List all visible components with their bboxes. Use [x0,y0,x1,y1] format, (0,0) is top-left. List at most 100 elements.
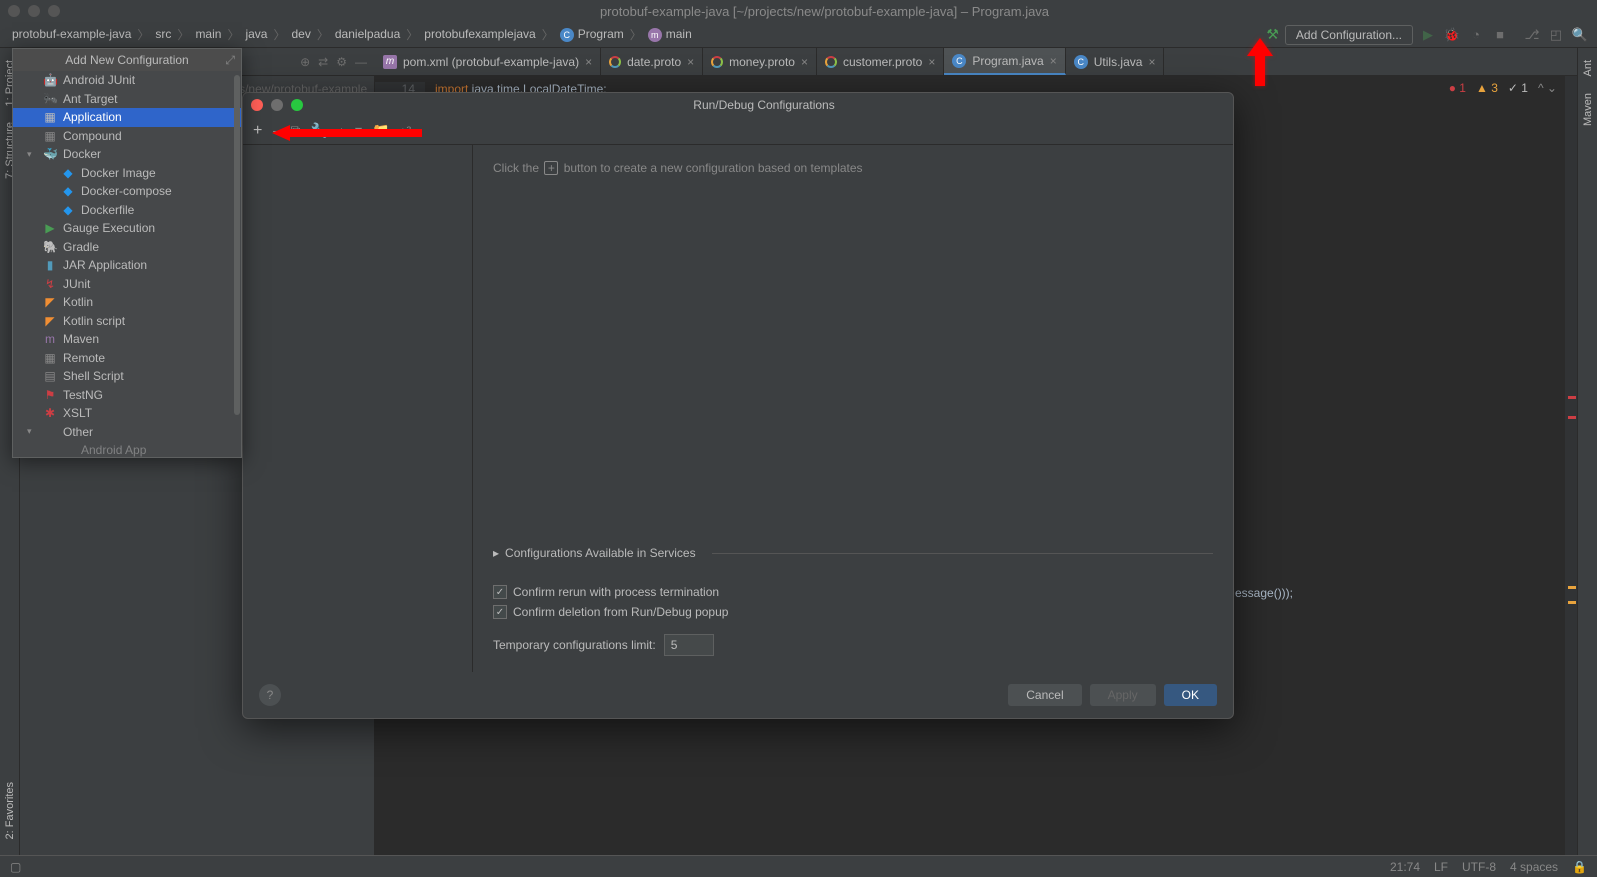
config-type-item[interactable]: ▤Shell Script [13,367,241,386]
config-type-item[interactable]: ▾Other [13,423,241,442]
dialog-zoom[interactable] [291,99,303,111]
close-icon[interactable]: × [585,55,592,69]
editor-scrollbar[interactable] [1565,76,1577,855]
temp-limit-input[interactable] [664,634,714,656]
breadcrumb-item[interactable]: danielpadua [331,25,404,43]
favorites-tool-button[interactable]: 2: Favorites [2,774,18,847]
config-type-item[interactable]: ▾🐳Docker [13,145,241,164]
config-type-item[interactable]: ⚑TestNG [13,386,241,405]
dialog-hint: Click the + button to create a new confi… [493,161,1213,175]
config-type-item[interactable]: 🤖Android JUnit [13,71,241,90]
annotation-arrow [272,123,422,146]
config-type-item[interactable]: ▶Gauge Execution [13,219,241,238]
ok-button[interactable]: OK [1164,684,1217,706]
line-separator[interactable]: LF [1434,860,1448,874]
temp-limit-label: Temporary configurations limit: [493,638,656,652]
stop-icon[interactable]: ■ [1491,27,1509,42]
file-encoding[interactable]: UTF-8 [1462,860,1496,874]
close-icon[interactable]: × [1148,55,1155,69]
config-type-item[interactable]: ▦Compound [13,127,241,146]
config-type-item[interactable]: ▦Remote [13,349,241,368]
dialog-minimize[interactable] [271,99,283,111]
config-type-item[interactable]: ✱XSLT [13,404,241,423]
confirm-rerun-checkbox[interactable]: ✓Confirm rerun with process termination [493,582,1213,602]
close-icon[interactable]: × [1050,54,1057,68]
tab-utils[interactable]: CUtils.java× [1066,48,1165,75]
close-icon[interactable]: × [801,55,808,69]
add-configuration-button[interactable]: Add Configuration... [1285,25,1413,45]
config-type-item[interactable]: ▦Application [13,108,241,127]
tab-date-proto[interactable]: date.proto× [601,48,703,75]
window-title: protobuf-example-java [~/projects/new/pr… [60,4,1589,19]
indent-settings[interactable]: 4 spaces [1510,860,1558,874]
config-type-list[interactable]: 🤖Android JUnit🐜Ant Target▦Application▦Co… [13,71,241,457]
select-opened-file-icon[interactable]: ⊕ [300,55,310,69]
config-type-item[interactable]: Android App [13,441,241,457]
search-icon[interactable]: 🔍 [1571,27,1589,43]
dialog-title: Run/Debug Configurations [303,98,1225,112]
settings-icon[interactable]: ⚙ [336,55,347,69]
tab-customer-proto[interactable]: customer.proto× [817,48,944,75]
config-type-item[interactable]: ◆Dockerfile [13,201,241,220]
minimize-window[interactable] [28,5,40,17]
annotation-arrow [1245,38,1275,89]
config-type-item[interactable]: ↯JUnit [13,275,241,294]
tab-pom[interactable]: mpom.xml (protobuf-example-java)× [375,48,601,75]
tab-money-proto[interactable]: money.proto× [703,48,817,75]
expand-all-icon[interactable]: ⇄ [318,55,328,69]
maven-tool-button[interactable]: Maven [1580,85,1596,134]
config-type-item[interactable]: 🐘Gradle [13,238,241,257]
right-tool-stripe: Ant Maven [1577,48,1597,855]
hide-icon[interactable]: — [355,55,367,69]
close-window[interactable] [8,5,20,17]
config-type-item[interactable]: mMaven [13,330,241,349]
section-toggle[interactable]: ▸ Configurations Available in Services [493,540,1213,566]
coverage-icon[interactable]: ◔ [1467,27,1485,42]
breadcrumb: protobuf-example-java〉 src〉 main〉 java〉 … [8,25,1266,44]
maximize-window[interactable] [48,5,60,17]
dialog-close[interactable] [251,99,263,111]
popup-title: Add New Configuration⤢ [13,49,241,71]
config-type-item[interactable]: ◤Kotlin script [13,312,241,331]
breadcrumb-item[interactable]: mmain [644,25,696,44]
cancel-button[interactable]: Cancel [1008,684,1081,706]
search-everywhere-icon[interactable]: ◰ [1547,27,1565,43]
breadcrumb-item[interactable]: CProgram [556,25,628,44]
config-type-item[interactable]: ◆Docker-compose [13,182,241,201]
breadcrumb-item[interactable]: protobufexamplejava [420,25,539,43]
config-type-item[interactable]: ◤Kotlin [13,293,241,312]
close-icon[interactable]: × [928,55,935,69]
editor-inspection-status[interactable]: ● 1 ▲ 3 ✓ 1 ^ ⌄ [1449,81,1557,95]
tab-program[interactable]: CProgram.java× [944,48,1065,75]
popup-scrollbar[interactable] [234,75,240,415]
add-config-icon[interactable]: + [253,122,262,140]
apply-button[interactable]: Apply [1090,684,1156,706]
confirm-deletion-checkbox[interactable]: ✓Confirm deletion from Run/Debug popup [493,602,1213,622]
close-icon[interactable]: × [687,55,694,69]
status-bar: ▢ 21:74 LF UTF-8 4 spaces 🔒 [0,855,1597,877]
debug-icon[interactable]: 🐞 [1443,27,1461,43]
quick-access-icon[interactable]: ▢ [10,860,21,874]
traffic-lights [8,5,60,17]
help-button[interactable]: ? [259,684,281,706]
add-new-configuration-popup: Add New Configuration⤢ 🤖Android JUnit🐜An… [12,48,242,458]
ant-tool-button[interactable]: Ant [1580,52,1596,85]
navigation-bar: protobuf-example-java〉 src〉 main〉 java〉 … [0,22,1597,48]
lock-icon[interactable]: 🔒 [1572,860,1587,874]
config-type-item[interactable]: ◆Docker Image [13,164,241,183]
caret-position[interactable]: 21:74 [1390,860,1420,874]
config-type-item[interactable]: ▮JAR Application [13,256,241,275]
git-icon[interactable]: ⎇ [1523,27,1541,43]
breadcrumb-item[interactable]: protobuf-example-java [8,25,135,43]
run-debug-configurations-dialog: Run/Debug Configurations + − ⧉ 🔧 ▴ ▾ 📁 ↓… [242,92,1234,719]
editor-tabs: mpom.xml (protobuf-example-java)× date.p… [375,48,1577,76]
config-tree-panel [243,145,473,672]
breadcrumb-item[interactable]: main [191,25,225,43]
breadcrumb-item[interactable]: src [151,25,175,43]
breadcrumb-item[interactable]: dev [288,25,315,43]
expand-icon[interactable]: ⤢ [225,53,235,68]
breadcrumb-item[interactable]: java [241,25,271,43]
window-titlebar: protobuf-example-java [~/projects/new/pr… [0,0,1597,22]
run-icon[interactable]: ▶ [1419,27,1437,43]
config-type-item[interactable]: 🐜Ant Target [13,90,241,109]
